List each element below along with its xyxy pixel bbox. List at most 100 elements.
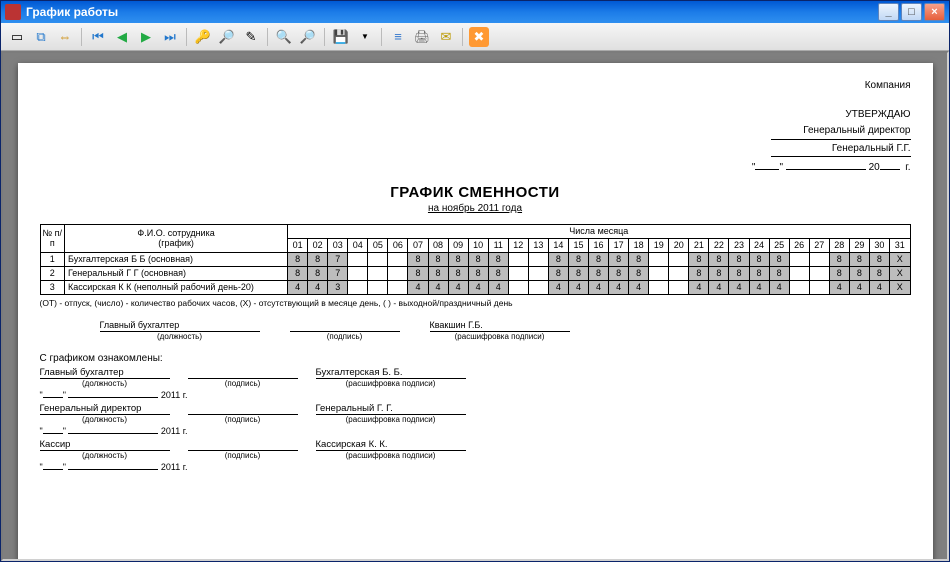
day-cell: 8: [548, 252, 568, 266]
day-cell: 4: [829, 280, 849, 294]
familiar-date: "" 2011 г.: [40, 426, 911, 436]
day-cell: 4: [609, 280, 629, 294]
day-header: 09: [448, 238, 468, 252]
day-cell: 8: [749, 252, 769, 266]
tb-save-dropdown-icon[interactable]: ▼: [355, 27, 375, 47]
day-cell: 4: [308, 280, 328, 294]
tb-list-icon[interactable]: ≡: [388, 27, 408, 47]
day-cell: 8: [468, 266, 488, 280]
day-header: 05: [368, 238, 388, 252]
close-button[interactable]: ×: [924, 3, 945, 21]
day-cell: [368, 280, 388, 294]
day-cell: 8: [589, 266, 609, 280]
day-header: 30: [869, 238, 889, 252]
day-cell: [508, 252, 528, 266]
sig-name: Квакшин Г.Б.: [430, 320, 570, 332]
maximize-button[interactable]: □: [901, 3, 922, 21]
day-header: 07: [408, 238, 428, 252]
day-cell: 4: [629, 280, 649, 294]
tb-first-page-icon[interactable]: ⏮: [88, 27, 108, 47]
day-cell: 8: [408, 266, 428, 280]
employee-name: Генеральный Г Г (основная): [65, 266, 288, 280]
day-cell: 4: [689, 280, 709, 294]
day-header: 17: [609, 238, 629, 252]
familiar-name: Генеральный Г. Г.: [316, 403, 466, 415]
day-cell: 7: [328, 252, 348, 266]
day-cell: X: [889, 280, 910, 294]
day-header: 22: [709, 238, 729, 252]
tb-next-page-icon[interactable]: ▶: [136, 27, 156, 47]
tb-email-icon[interactable]: ✉: [436, 27, 456, 47]
day-cell: 8: [829, 266, 849, 280]
day-cell: [348, 280, 368, 294]
familiar-date: "" 2011 г.: [40, 390, 911, 400]
day-cell: 8: [568, 252, 588, 266]
day-header: 25: [769, 238, 789, 252]
day-header: 13: [528, 238, 548, 252]
day-cell: 8: [709, 252, 729, 266]
day-cell: [809, 280, 829, 294]
tb-facing-pages-icon[interactable]: ⧉: [31, 27, 51, 47]
tb-zoom-plus-icon[interactable]: 🔍: [274, 27, 294, 47]
day-cell: X: [889, 266, 910, 280]
day-cell: [368, 252, 388, 266]
day-cell: 8: [629, 266, 649, 280]
familiar-section: С графиком ознакомлены: Главный бухгалте…: [40, 353, 911, 472]
day-cell: 8: [749, 266, 769, 280]
tb-zoom-out-icon[interactable]: 🔎: [217, 27, 237, 47]
day-cell: 4: [589, 280, 609, 294]
table-row: 2Генеральный Г Г (основная)8878888888888…: [40, 266, 910, 280]
familiar-role: Главный бухгалтер: [40, 367, 170, 379]
day-cell: 8: [849, 266, 869, 280]
familiar-name: Бухгалтерская Б. Б.: [316, 367, 466, 379]
day-cell: 4: [568, 280, 588, 294]
tb-fit-width-icon[interactable]: ⇔: [55, 27, 75, 47]
day-cell: [528, 252, 548, 266]
approver-name: Генеральный Г.Г.: [771, 142, 911, 158]
day-cell: 4: [448, 280, 468, 294]
col-number: № п/п: [40, 224, 65, 252]
day-cell: 8: [709, 266, 729, 280]
document-subtitle: на ноябрь 2011 года: [40, 203, 911, 214]
day-header: 10: [468, 238, 488, 252]
day-cell: 4: [288, 280, 308, 294]
day-cell: 8: [629, 252, 649, 266]
tb-exit-icon[interactable]: ✖: [469, 27, 489, 47]
preview-viewport[interactable]: Компания УТВЕРЖДАЮ Генеральный директор …: [1, 51, 949, 561]
tb-prev-page-icon[interactable]: ◀: [112, 27, 132, 47]
day-cell: 4: [548, 280, 568, 294]
separator: [381, 28, 382, 46]
tb-edit-icon[interactable]: ✎: [241, 27, 261, 47]
minimize-button[interactable]: _: [878, 3, 899, 21]
separator: [462, 28, 463, 46]
day-header: 11: [488, 238, 508, 252]
day-header: 28: [829, 238, 849, 252]
day-cell: [508, 266, 528, 280]
tb-zoom-in-icon[interactable]: 🔑: [193, 27, 213, 47]
tb-save-icon[interactable]: 💾: [331, 27, 351, 47]
day-header: 21: [689, 238, 709, 252]
day-header: 02: [308, 238, 328, 252]
day-cell: [669, 266, 689, 280]
day-cell: [368, 266, 388, 280]
day-cell: 3: [328, 280, 348, 294]
day-cell: 8: [609, 266, 629, 280]
day-header: 19: [649, 238, 669, 252]
toolbar: ▭ ⧉ ⇔ ⏮ ◀ ▶ ⏭ 🔑 🔎 ✎ 🔍 🔎 💾 ▼ ≡ 🖨 ✉ ✖: [1, 23, 949, 51]
tb-single-page-icon[interactable]: ▭: [7, 27, 27, 47]
day-header: 20: [669, 238, 689, 252]
schedule-table: № п/п Ф.И.О. сотрудника(график) Числа ме…: [40, 224, 911, 295]
tb-zoom-minus-icon[interactable]: 🔎: [298, 27, 318, 47]
separator: [186, 28, 187, 46]
tb-last-page-icon[interactable]: ⏭: [160, 27, 180, 47]
day-cell: [789, 252, 809, 266]
approver-position: Генеральный директор: [771, 124, 911, 140]
day-cell: [649, 280, 669, 294]
familiar-signature: [188, 403, 298, 415]
day-header: 27: [809, 238, 829, 252]
day-cell: [789, 266, 809, 280]
day-cell: 8: [288, 252, 308, 266]
day-header: 24: [749, 238, 769, 252]
app-icon: [5, 4, 21, 20]
tb-print-icon[interactable]: 🖨: [412, 27, 432, 47]
